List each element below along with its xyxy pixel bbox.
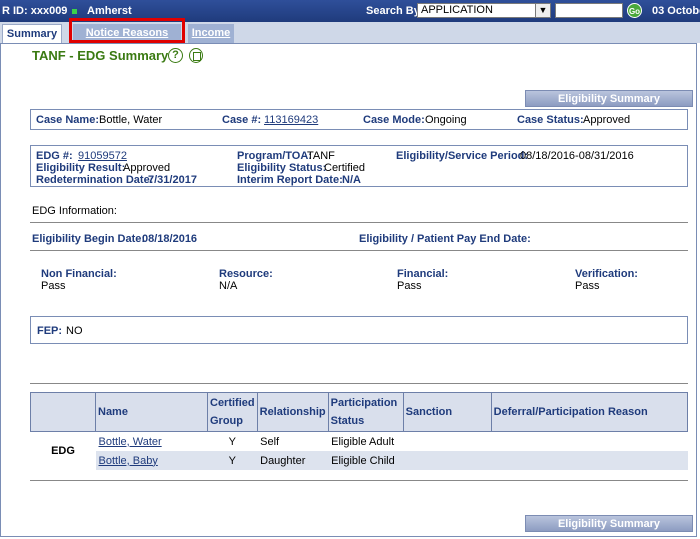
relationship-cell: Self — [260, 435, 280, 448]
interim-report-label: Interim Report Date: — [237, 174, 343, 186]
header-line: Group — [210, 415, 243, 427]
search-input[interactable] — [555, 3, 623, 18]
case-status-value: Approved — [583, 114, 631, 126]
column-header-edg — [30, 392, 96, 432]
service-period-value: 08/18/2016-08/31/2016 — [520, 150, 634, 162]
participation-cell: Eligible Adult — [331, 435, 395, 448]
case-name-value: Bottle, Water — [99, 114, 163, 126]
fep-value: NO — [66, 325, 83, 337]
fep-label: FEP: — [37, 325, 63, 337]
table-row: Bottle, Baby Y Daughter Eligible Child — [31, 451, 688, 470]
financial-value: Pass — [397, 280, 422, 292]
tab-income[interactable]: Income — [188, 24, 234, 43]
table-header-row: Name Certified Group Relationship Partici… — [30, 392, 689, 432]
header-line: Status — [330, 415, 365, 427]
status-dot-icon — [72, 9, 77, 14]
column-header-deferral-reason: Deferral/Participation Reason — [490, 392, 689, 432]
sanction-cell — [403, 451, 492, 470]
member-name-link[interactable]: Bottle, Water — [99, 436, 162, 448]
header-line: Participation — [330, 397, 398, 409]
non-financial-label: Non Financial: — [41, 268, 117, 280]
divider — [30, 480, 688, 481]
verification-value: Pass — [575, 280, 600, 292]
eligibility-summary-button[interactable]: Eligibility Summary — [525, 90, 693, 107]
help-icon[interactable]: ? — [168, 48, 183, 63]
page-title: TANF - EDG Summary — [32, 48, 169, 63]
edg-number-label: EDG #: — [36, 150, 73, 162]
resource-label: Resource: — [219, 268, 273, 280]
edg-number-link[interactable]: 91059572 — [78, 150, 127, 162]
eligibility-result-label: Eligibility Result: — [36, 162, 126, 174]
eligibility-result-value: Approved — [123, 162, 171, 174]
document-icon[interactable] — [189, 48, 203, 63]
deferral-cell — [491, 432, 687, 452]
user-id: R ID: xxx009 — [2, 5, 68, 17]
column-header-participation-status: Participation Status — [327, 392, 404, 432]
end-date-label: Eligibility / Patient Pay End Date: — [359, 233, 531, 245]
begin-date-value: 08/18/2016 — [142, 233, 198, 245]
divider — [30, 250, 688, 251]
redetermination-date-value: 7/31/2017 — [148, 174, 197, 186]
case-mode-value: Ongoing — [425, 114, 467, 126]
certified-cell: Y — [207, 451, 258, 470]
search-by-value: APPLICATION — [421, 4, 493, 16]
sanction-cell — [403, 432, 491, 452]
current-date: 03 Octobe — [652, 5, 700, 17]
redetermination-date-label: Redetermination Date: — [36, 174, 154, 186]
service-period-label: Eligibility/Service Period: — [396, 150, 529, 162]
edg-info-box: EDG #: 91059572 Eligibility Result: Appr… — [30, 145, 688, 187]
case-mode-label: Case Mode: — [363, 114, 425, 126]
program-toa-value: TANF — [307, 150, 335, 162]
begin-date-label: Eligibility Begin Date: — [32, 233, 146, 245]
column-header-relationship: Relationship — [256, 392, 329, 432]
edg-information-heading: EDG Information: — [32, 205, 117, 217]
program-toa-label: Program/TOA: — [237, 150, 312, 162]
divider — [30, 222, 688, 223]
search-by-select[interactable]: APPLICATION ▼ — [417, 3, 551, 18]
financial-label: Financial: — [397, 268, 449, 280]
eligibility-status-label: Eligibility Status: — [237, 162, 327, 174]
certified-cell: Y — [228, 435, 236, 448]
deferral-cell — [491, 451, 688, 470]
table-row: EDG Bottle, Water Y Self Eligible Adult — [31, 432, 688, 458]
relationship-cell: Daughter — [257, 451, 329, 470]
case-status-label: Case Status: — [517, 114, 584, 126]
chevron-down-icon[interactable]: ▼ — [535, 4, 550, 17]
interim-report-value: N/A — [342, 174, 361, 186]
column-header-name: Name — [95, 392, 208, 432]
case-number-label: Case #: — [222, 114, 262, 126]
member-name-cell: Bottle, Baby — [95, 451, 208, 470]
edg-members-table: Name Certified Group Relationship Partici… — [30, 392, 689, 470]
edg-group-label: EDG — [51, 445, 75, 457]
case-number-link[interactable]: 113169423 — [264, 114, 318, 126]
column-header-certified-group: Certified Group — [207, 392, 258, 432]
fep-box: FEP: NO — [30, 316, 688, 344]
header-line: Certified — [210, 397, 255, 409]
eligibility-status-value: Certified — [324, 162, 365, 174]
verification-label: Verification: — [575, 268, 638, 280]
case-name-label: Case Name: — [36, 114, 99, 126]
go-button[interactable]: Go — [627, 3, 642, 18]
search-by-label: Search By — [366, 5, 420, 17]
eligibility-summary-button-bottom[interactable]: Eligibility Summary — [525, 515, 693, 532]
tab-summary[interactable]: Summary — [2, 24, 62, 43]
column-header-sanction: Sanction — [402, 392, 492, 432]
case-info-box: Case Name: Bottle, Water Case #: 1131694… — [30, 109, 688, 130]
non-financial-value: Pass — [41, 280, 66, 292]
highlight-box — [69, 18, 185, 43]
resource-value: N/A — [219, 280, 238, 292]
member-name-cell: Bottle, Water — [96, 432, 208, 452]
member-name-link[interactable]: Bottle, Baby — [99, 455, 158, 467]
location-label: Amherst — [87, 5, 132, 17]
participation-cell: Eligible Child — [328, 451, 404, 470]
divider — [30, 383, 688, 384]
